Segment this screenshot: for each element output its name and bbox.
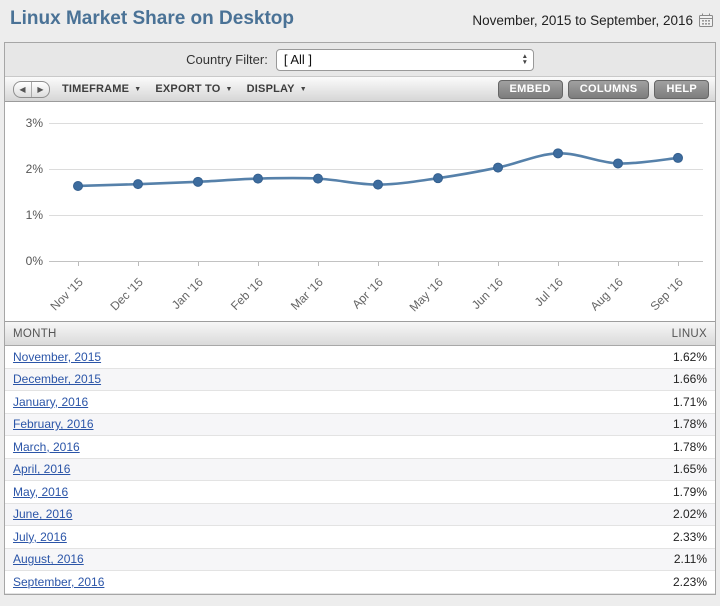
share-value: 2.11% <box>674 552 715 566</box>
timeframe-nav: ◀ ▶ <box>13 81 50 98</box>
column-header-month: MONTH <box>5 328 672 340</box>
calendar-icon[interactable] <box>698 12 714 28</box>
columns-button[interactable]: COLUMNS <box>568 80 650 99</box>
table-row: February, 2016 1.78% <box>5 414 715 437</box>
country-filter-label: Country Filter: <box>186 52 268 67</box>
prev-arrow-icon: ◀ <box>19 85 25 94</box>
month-cell: May, 2016 <box>5 485 673 499</box>
table-row: May, 2016 1.79% <box>5 481 715 504</box>
table-row: April, 2016 1.65% <box>5 459 715 482</box>
next-arrow-icon: ▶ <box>37 85 43 94</box>
chevron-down-icon: ▼ <box>134 86 141 93</box>
table-row: March, 2016 1.78% <box>5 436 715 459</box>
month-link[interactable]: July, 2016 <box>13 530 67 544</box>
share-value: 1.62% <box>673 350 715 364</box>
month-cell: December, 2015 <box>5 372 673 386</box>
toolbar-buttons: EMBED COLUMNS HELP <box>498 80 710 99</box>
select-stepper-icon: ▲ ▼ <box>517 50 533 70</box>
month-link[interactable]: February, 2016 <box>13 417 94 431</box>
month-link[interactable]: August, 2016 <box>13 552 84 566</box>
share-value: 2.33% <box>673 530 715 544</box>
month-link[interactable]: December, 2015 <box>13 372 101 386</box>
share-value: 1.79% <box>673 485 715 499</box>
line-series <box>5 102 715 321</box>
data-point-marker <box>74 181 83 190</box>
app-window: Linux Market Share on Desktop November, … <box>0 0 720 606</box>
month-cell: January, 2016 <box>5 395 673 409</box>
help-button[interactable]: HELP <box>654 80 709 99</box>
next-period-button[interactable]: ▶ <box>32 82 49 97</box>
share-value: 1.78% <box>673 440 715 454</box>
toolbar: ◀ ▶ TIMEFRAME ▼ EXPORT TO ▼ DISPLAY ▼ <box>5 76 715 102</box>
table-row: November, 2015 1.62% <box>5 346 715 369</box>
data-point-marker <box>314 174 323 183</box>
month-cell: July, 2016 <box>5 530 673 544</box>
data-point-marker <box>374 180 383 189</box>
month-link[interactable]: November, 2015 <box>13 350 101 364</box>
table-body: November, 2015 1.62% December, 2015 1.66% Ja… <box>5 346 715 594</box>
data-point-marker <box>554 149 563 158</box>
share-value: 1.78% <box>673 417 715 431</box>
month-link[interactable]: March, 2016 <box>13 440 80 454</box>
top-header: Linux Market Share on Desktop November, … <box>0 0 720 42</box>
menu-label: TIMEFRAME <box>62 83 129 95</box>
month-cell: March, 2016 <box>5 440 673 454</box>
month-cell: September, 2016 <box>5 575 673 589</box>
country-filter-value: [ All ] <box>277 52 517 67</box>
menu-timeframe[interactable]: TIMEFRAME ▼ <box>62 83 141 95</box>
column-header-linux: LINUX <box>672 328 715 340</box>
month-link[interactable]: April, 2016 <box>13 462 70 476</box>
month-cell: February, 2016 <box>5 417 673 431</box>
table-row: December, 2015 1.66% <box>5 369 715 392</box>
share-value: 2.23% <box>673 575 715 589</box>
data-point-marker <box>674 153 683 162</box>
table-row: August, 2016 2.11% <box>5 549 715 572</box>
data-point-marker <box>134 180 143 189</box>
table-row: January, 2016 1.71% <box>5 391 715 414</box>
menu-display[interactable]: DISPLAY ▼ <box>247 83 307 95</box>
data-point-marker <box>494 163 503 172</box>
data-point-marker <box>434 174 443 183</box>
month-link[interactable]: September, 2016 <box>13 575 104 589</box>
date-range: November, 2015 to September, 2016 <box>472 13 693 28</box>
menu-label: EXPORT TO <box>155 83 220 95</box>
data-point-marker <box>194 177 203 186</box>
month-link[interactable]: May, 2016 <box>13 485 68 499</box>
chart: 0%1%2%3%Nov '15Dec '15Jan '16Feb '16Mar … <box>5 102 715 321</box>
table-row: June, 2016 2.02% <box>5 504 715 527</box>
month-cell: November, 2015 <box>5 350 673 364</box>
month-cell: August, 2016 <box>5 552 674 566</box>
month-cell: June, 2016 <box>5 507 673 521</box>
prev-period-button[interactable]: ◀ <box>14 82 32 97</box>
data-point-marker <box>614 159 623 168</box>
share-value: 1.71% <box>673 395 715 409</box>
data-point-marker <box>254 174 263 183</box>
report-panel: Country Filter: [ All ] ▲ ▼ ◀ ▶ <box>4 42 716 595</box>
month-cell: April, 2016 <box>5 462 673 476</box>
stepper-down-icon: ▼ <box>522 60 528 66</box>
share-value: 1.65% <box>673 462 715 476</box>
country-filter-select[interactable]: [ All ] ▲ ▼ <box>276 49 534 71</box>
month-link[interactable]: June, 2016 <box>13 507 72 521</box>
embed-button[interactable]: EMBED <box>498 80 563 99</box>
month-link[interactable]: January, 2016 <box>13 395 88 409</box>
table-row: July, 2016 2.33% <box>5 526 715 549</box>
toolbar-menus: TIMEFRAME ▼ EXPORT TO ▼ DISPLAY ▼ <box>62 83 307 95</box>
table-row: September, 2016 2.23% <box>5 571 715 594</box>
menu-export-to[interactable]: EXPORT TO ▼ <box>155 83 232 95</box>
chevron-down-icon: ▼ <box>226 86 233 93</box>
menu-label: DISPLAY <box>247 83 295 95</box>
page-title: Linux Market Share on Desktop <box>10 8 294 30</box>
chevron-down-icon: ▼ <box>300 86 307 93</box>
date-range-picker[interactable]: November, 2015 to September, 2016 <box>472 12 714 28</box>
share-value: 2.02% <box>673 507 715 521</box>
table-header: MONTH LINUX <box>5 321 715 346</box>
filter-bar: Country Filter: [ All ] ▲ ▼ <box>5 43 715 76</box>
share-value: 1.66% <box>673 372 715 386</box>
